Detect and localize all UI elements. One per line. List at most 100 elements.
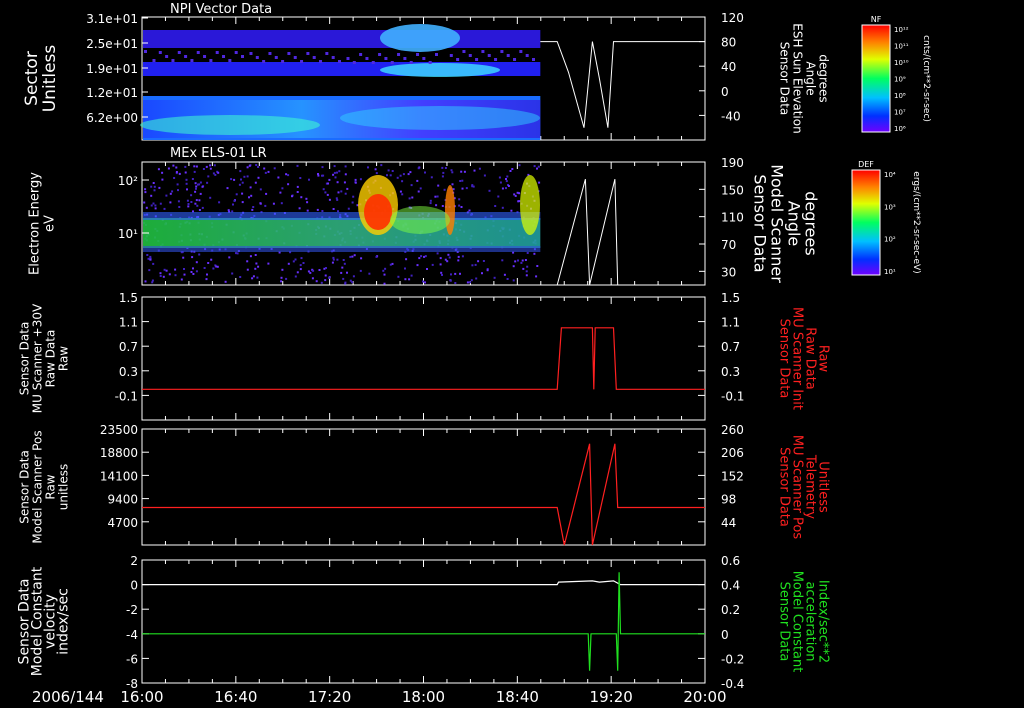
els-pixel: [149, 258, 152, 261]
panel5-ylabel: index/sec: [56, 588, 72, 655]
els-pixel: [296, 164, 299, 167]
els-pixel: [149, 255, 152, 258]
els-pixel: [382, 269, 385, 272]
els-pixel: [299, 177, 302, 179]
els-pixel: [250, 194, 253, 197]
panel3-y2tick-label: 1.5: [721, 291, 740, 305]
els-pixel: [538, 181, 541, 184]
els-pixel: [520, 261, 523, 264]
els-pixel: [305, 197, 308, 200]
panel1-y2label: ESH Sun Elevation: [791, 23, 805, 133]
npi-pixel: [262, 60, 266, 63]
els-pixel: [396, 176, 399, 179]
panel4-y2label: Telemetry: [803, 454, 818, 519]
els-pixel: [332, 173, 335, 176]
els-pixel: [457, 255, 460, 258]
els-pixel: [352, 195, 355, 198]
els-pixel: [169, 201, 172, 204]
els-pixel: [226, 187, 229, 190]
els-pixel: [243, 175, 246, 178]
els-pixel: [344, 173, 347, 176]
els-pixel: [165, 269, 168, 272]
els-pixel: [256, 276, 259, 279]
npi-pixel: [144, 50, 147, 53]
npi-sun-elevation-line: [540, 41, 705, 128]
els-pixel: [281, 268, 284, 271]
els-pixel: [505, 178, 507, 180]
els-pixel: [152, 262, 155, 265]
npi-pixel: [487, 54, 491, 57]
els-pixel: [506, 278, 509, 280]
npi-pixel: [409, 61, 413, 64]
els-pixel: [537, 165, 540, 168]
els-pixel: [424, 281, 426, 284]
els-pixel: [169, 192, 172, 195]
els-pixel: [207, 262, 210, 264]
els-pixel: [292, 260, 295, 263]
npi-pixel: [525, 54, 529, 57]
els-pixel: [249, 255, 252, 258]
els-pixel: [241, 201, 244, 204]
els-pixel: [321, 210, 324, 212]
npi-y2tick-label: 40: [721, 60, 736, 74]
els-pixel: [201, 206, 204, 209]
els-pixel: [148, 269, 151, 272]
els-pixel: [506, 175, 509, 178]
npi-ytick-label: 1.9e+01: [86, 62, 138, 76]
panel1-y2label: degrees: [817, 54, 831, 102]
npi-pixel: [384, 57, 388, 60]
panel4-ytick-label: 14100: [100, 469, 138, 483]
els-pixel: [255, 164, 258, 166]
npi-pixel: [359, 53, 363, 56]
els-pixel: [436, 252, 439, 255]
npi-pixel: [196, 51, 200, 54]
els-pixel: [451, 171, 454, 174]
els-pixel: [460, 170, 463, 173]
els-pixel: [351, 255, 354, 258]
colorbar-1-tick: 10⁶: [894, 125, 906, 133]
els-panel-title: MEx ELS-01 LR: [170, 146, 267, 161]
els-pixel: [391, 170, 394, 172]
els-pixel: [158, 186, 161, 189]
els-pixel: [311, 277, 314, 280]
els-pixel: [474, 263, 477, 266]
panel1-y2label: Angle: [804, 61, 818, 95]
els-pixel: [154, 204, 157, 207]
npi-pixel: [319, 60, 323, 63]
els-pixel: [450, 273, 452, 276]
els-pixel: [460, 206, 463, 208]
els-scanner-angle-line: [540, 178, 705, 286]
els-pixel: [312, 269, 315, 272]
panel3-ytick-label: 1.1: [119, 316, 138, 330]
els-pixel: [233, 178, 236, 181]
els-pixel: [526, 252, 529, 254]
els-pixel: [324, 191, 327, 194]
els-pixel: [517, 259, 519, 262]
els-pixel: [198, 209, 201, 211]
els-pixel: [337, 191, 340, 194]
npi-pixel: [513, 58, 517, 61]
els-pixel: [507, 185, 510, 187]
panel2-y2label: Sensor Data: [751, 174, 770, 272]
els-pixel: [175, 171, 178, 173]
els-pixel: [471, 264, 474, 267]
npi-pixel: [184, 55, 188, 58]
els-pixel: [431, 263, 434, 266]
els-pixel: [144, 280, 147, 283]
els-pixel: [146, 254, 149, 256]
els-pixel: [336, 258, 339, 261]
npi-pixel: [255, 56, 259, 59]
els-pixel: [190, 271, 193, 273]
els-pixel: [410, 184, 413, 187]
npi-pixel: [203, 55, 207, 58]
npi-ytick-label: 1.2e+01: [86, 86, 138, 100]
els-pixel: [264, 171, 267, 174]
els-pixel: [294, 275, 297, 278]
panel1-ylabel: Sector: [22, 51, 42, 106]
els-pixel: [241, 181, 244, 184]
els-pixel: [252, 275, 255, 278]
els-pixel: [199, 192, 202, 195]
els-pixel: [410, 274, 413, 277]
els-pixel: [501, 259, 504, 262]
els-pixel: [518, 192, 521, 195]
